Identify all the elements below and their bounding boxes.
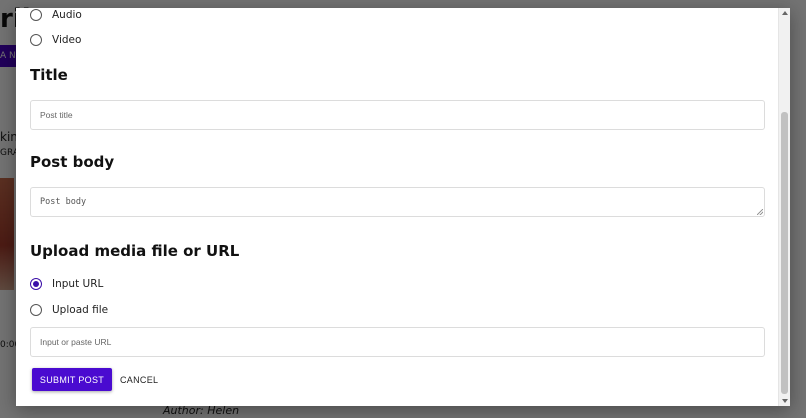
dialog-content: Audio Video Title Post body Upload media… xyxy=(16,8,778,406)
submit-post-button[interactable]: SUBMIT POST xyxy=(32,368,112,391)
post-body-textarea[interactable] xyxy=(31,188,764,216)
scroll-down-arrow-icon[interactable] xyxy=(782,399,788,403)
title-field[interactable] xyxy=(30,100,765,130)
dialog-scrollbar[interactable] xyxy=(778,8,790,406)
post-body-field[interactable] xyxy=(30,187,765,217)
background-thumbnail-image xyxy=(0,178,14,290)
post-body-heading: Post body xyxy=(30,153,115,171)
background-button: A N xyxy=(0,45,16,67)
title-input[interactable] xyxy=(31,101,764,129)
cancel-button[interactable]: CANCEL xyxy=(114,368,164,391)
radio-input-url[interactable]: Input URL xyxy=(30,275,103,293)
radio-button-icon[interactable] xyxy=(30,304,42,316)
radio-video-label: Video xyxy=(52,34,82,46)
radio-video[interactable]: Video xyxy=(30,31,81,49)
radio-upload-file-label: Upload file xyxy=(52,304,109,316)
title-heading: Title xyxy=(30,66,68,84)
create-post-dialog: Audio Video Title Post body Upload media… xyxy=(16,8,790,406)
scrollbar-thumb[interactable] xyxy=(781,112,788,394)
radio-upload-file[interactable]: Upload file xyxy=(30,301,108,319)
url-input[interactable] xyxy=(31,328,764,356)
radio-audio-label: Audio xyxy=(52,9,82,21)
scroll-up-arrow-icon[interactable] xyxy=(782,11,788,15)
radio-button-icon[interactable] xyxy=(30,9,42,21)
resize-grip-icon[interactable] xyxy=(757,209,763,215)
radio-audio[interactable]: Audio xyxy=(30,8,82,24)
url-field[interactable] xyxy=(30,327,765,357)
radio-input-url-label: Input URL xyxy=(52,278,104,290)
radio-button-icon[interactable] xyxy=(30,34,42,46)
radio-button-checked-icon[interactable] xyxy=(30,278,42,290)
upload-heading: Upload media file or URL xyxy=(30,242,240,260)
